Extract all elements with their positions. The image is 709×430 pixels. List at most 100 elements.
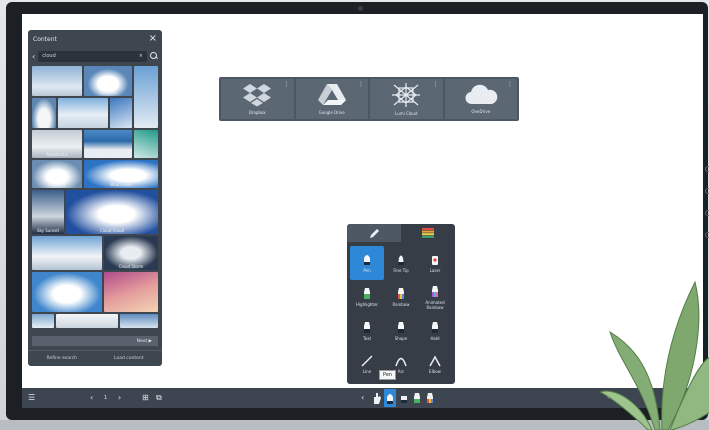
cloud-item-label: Dropbox: [248, 110, 266, 115]
plant-leaves: [600, 280, 709, 430]
line-icon: [361, 355, 373, 367]
image-tile[interactable]: [32, 272, 102, 312]
arc-icon: [395, 358, 407, 367]
image-tile[interactable]: [32, 66, 82, 96]
pencil-icon: [369, 228, 379, 238]
search-row: ‹ cloud ×: [28, 48, 162, 64]
pen-option-elbow[interactable]: Elbow: [418, 348, 452, 382]
image-tile[interactable]: Cumulus: [84, 66, 132, 96]
lumi-cloud-icon: [392, 83, 421, 107]
cloud-item-onedrive[interactable]: ⋮ OneDrive: [444, 79, 517, 119]
more-options-icon[interactable]: ⋮: [433, 82, 439, 88]
cloud-item-label: OneDrive: [471, 109, 491, 114]
pen-type-grid: Pen Fine Tip Laser Highlighter Rainbow A…: [347, 242, 455, 382]
page-indicator: 1: [104, 395, 108, 401]
side-button[interactable]: [705, 166, 709, 172]
previous-page-icon[interactable]: ‹: [90, 393, 93, 402]
search-icon[interactable]: [150, 52, 158, 60]
refine-search-button[interactable]: Refine search: [47, 356, 78, 361]
camera: [358, 6, 363, 11]
highlighter-icon: [364, 288, 370, 300]
image-results-grid: Cumulus Altostratus White Cloud Blue Sky…: [32, 66, 158, 328]
next-page-label: Next ▶: [136, 338, 152, 344]
laser-icon: [432, 256, 438, 266]
search-input-value: cloud: [42, 52, 56, 59]
load-content-button[interactable]: Load content: [114, 356, 143, 361]
elbow-icon: [429, 355, 441, 367]
image-tile[interactable]: [104, 272, 158, 312]
side-button[interactable]: [705, 232, 709, 238]
pen-tool-button[interactable]: [384, 389, 396, 407]
menu-icon[interactable]: ☰: [28, 393, 35, 402]
rainbow-icon[interactable]: [425, 392, 435, 404]
cloud-item-dropbox[interactable]: ⋮ Dropbox: [221, 79, 294, 119]
add-page-icon[interactable]: ⊞: [142, 393, 149, 402]
pen-menu: Pen Fine Tip Laser Highlighter Rainbow A…: [347, 224, 455, 384]
clear-search-icon[interactable]: ×: [139, 53, 143, 60]
pen-option-pen[interactable]: Pen: [350, 246, 384, 280]
image-tile[interactable]: Altostratus: [32, 130, 82, 158]
image-tile[interactable]: [120, 314, 158, 328]
pen-option-rainbow[interactable]: Rainbow: [384, 280, 418, 314]
next-page-icon[interactable]: ›: [118, 393, 121, 402]
pen-option-shape[interactable]: Shape: [384, 314, 418, 348]
side-button[interactable]: [705, 188, 709, 194]
rainbow-icon: [398, 288, 404, 300]
fine-tip-icon: [398, 255, 404, 266]
image-tile[interactable]: Cloud Cloud: [66, 190, 158, 234]
highlighter-icon[interactable]: [412, 392, 422, 404]
more-options-icon[interactable]: ⋮: [358, 82, 364, 88]
cloud-item-label: Lumi Cloud: [395, 111, 418, 116]
pen-option-highlighter[interactable]: Highlighter: [350, 280, 384, 314]
panel-title: Content: [33, 35, 57, 43]
pen-icon: [387, 394, 393, 404]
image-tile[interactable]: [32, 236, 102, 270]
tab-colors[interactable]: [401, 224, 455, 242]
image-tile[interactable]: [56, 314, 118, 328]
pen-option-animated-rainbow[interactable]: Animated Rainbow: [418, 280, 452, 314]
pen-option-fine-tip[interactable]: Fine Tip: [384, 246, 418, 280]
eraser-icon[interactable]: [399, 392, 409, 404]
panel-header: Content ×: [28, 30, 162, 48]
dropbox-icon: [243, 84, 272, 107]
animated-rainbow-icon: [432, 286, 438, 297]
text-pen-icon: [364, 322, 370, 334]
cloud-item-label: Google Drive: [318, 110, 345, 115]
content-panel: Content × ‹ cloud × Cumulus Altostratus …: [28, 30, 162, 366]
image-tile[interactable]: [32, 314, 54, 328]
image-tile[interactable]: [134, 66, 158, 128]
cloud-item-lumi-cloud[interactable]: ⋮ Lumi Cloud: [370, 79, 443, 119]
image-tile[interactable]: [134, 130, 158, 158]
pen-tooltip: Pen: [379, 370, 397, 380]
color-palette-icon: [422, 228, 434, 238]
image-tile[interactable]: [110, 98, 132, 128]
pen-menu-tabs: [347, 224, 455, 242]
hand-icon[interactable]: [372, 392, 382, 404]
collapse-tools-icon[interactable]: ‹: [361, 393, 364, 402]
scene: Content × ‹ cloud × Cumulus Altostratus …: [0, 0, 709, 430]
more-options-icon[interactable]: ⋮: [284, 82, 290, 88]
image-tile[interactable]: Blue Cloud: [84, 160, 158, 188]
image-tile[interactable]: Sky Sunset: [32, 190, 64, 234]
side-button[interactable]: [705, 210, 709, 216]
shape-pen-icon: [398, 322, 404, 334]
image-tile[interactable]: Blue Sky: [32, 160, 82, 188]
panel-footer: Refine search Load content: [28, 350, 162, 366]
back-arrow-icon[interactable]: ‹: [32, 52, 35, 61]
pen-option-laser[interactable]: Laser: [418, 246, 452, 280]
page-sorter-icon[interactable]: ⧉: [156, 393, 162, 403]
next-page-button[interactable]: Next ▶: [32, 336, 158, 346]
onedrive-icon: [465, 84, 498, 105]
image-tile[interactable]: [32, 98, 56, 128]
image-tile[interactable]: Cloud Storm: [104, 236, 158, 270]
hold-pen-icon: [432, 322, 438, 334]
tab-pens[interactable]: [347, 224, 401, 242]
image-tile[interactable]: White Cloud: [84, 130, 132, 158]
pen-option-hold[interactable]: Hold: [418, 314, 452, 348]
close-icon[interactable]: ×: [149, 34, 157, 44]
cloud-item-google-drive[interactable]: ⋮ Google Drive: [295, 79, 368, 119]
image-tile[interactable]: [58, 98, 108, 128]
search-input[interactable]: cloud ×: [38, 50, 147, 62]
pen-option-text[interactable]: Text: [350, 314, 384, 348]
more-options-icon[interactable]: ⋮: [507, 82, 513, 88]
